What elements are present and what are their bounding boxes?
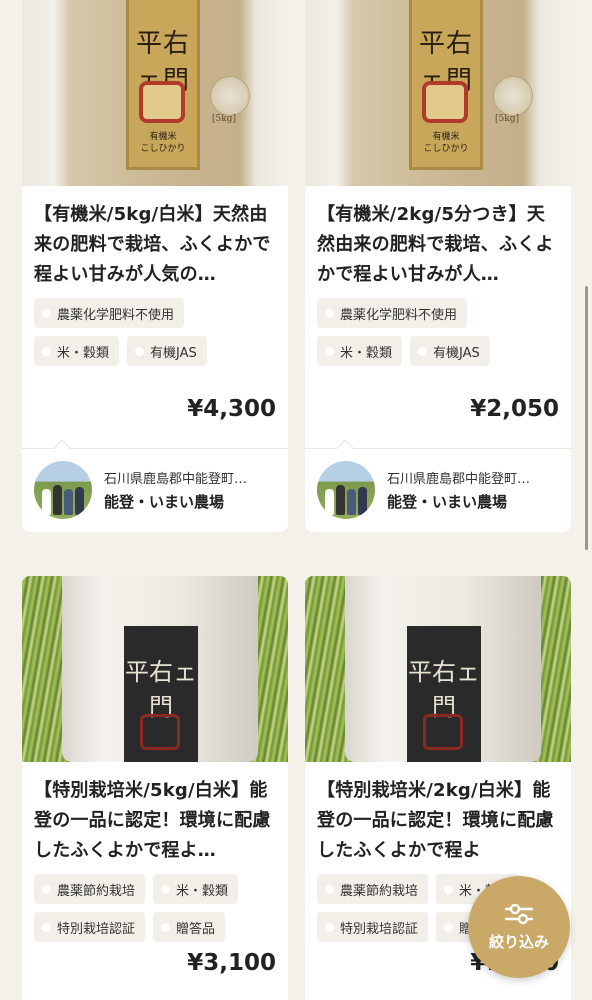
product-price: ¥3,100 bbox=[187, 950, 276, 976]
filter-label: 絞り込み bbox=[488, 932, 549, 951]
tag[interactable]: 贈答品 bbox=[153, 912, 226, 942]
divider-notch bbox=[336, 439, 354, 457]
rice-bag-label: 平右ェ門 有機米こしひかり bbox=[409, 0, 483, 170]
product-title[interactable]: 【有機米/5kg/白米】天然由来の肥料で栽培、ふくよかで程よい甘みが人気の… bbox=[34, 200, 276, 290]
product-card[interactable]: 平右ェ門 有機米こしひかり [5kg] 【有機米/2kg/5分つき】天然由来の肥… bbox=[305, 0, 571, 532]
product-price: ¥2,050 bbox=[470, 396, 559, 422]
sliders-icon bbox=[504, 903, 534, 924]
bullet-icon bbox=[325, 884, 334, 894]
farm-avatar bbox=[34, 461, 92, 519]
rice-grain-window bbox=[210, 76, 250, 116]
tag[interactable]: 農薬化学肥料不使用 bbox=[317, 298, 468, 328]
bullet-icon bbox=[42, 922, 51, 932]
tag-list: 農薬節約栽培 米・穀類 特別栽培認証 贈答品 bbox=[34, 874, 276, 942]
tag[interactable]: 有機JAS bbox=[127, 336, 207, 366]
scrollbar[interactable] bbox=[585, 286, 588, 550]
product-title[interactable]: 【特別栽培米/5kg/白米】能登の一品に認定！環境に配慮したふくよかで程よ… bbox=[34, 776, 276, 866]
farm-name: 能登・いまい農場 bbox=[387, 493, 508, 511]
tag-list: 農薬化学肥料不使用 米・穀類 有機JAS bbox=[34, 298, 276, 366]
product-image[interactable]: 平右ェ門 有機米こしひかり [5kg] bbox=[22, 0, 288, 186]
filter-button[interactable]: 絞り込み bbox=[468, 876, 570, 978]
bullet-icon bbox=[325, 346, 334, 356]
bullet-icon bbox=[418, 346, 428, 356]
bullet-icon bbox=[444, 884, 454, 894]
tag[interactable]: 農薬節約栽培 bbox=[317, 874, 429, 904]
tag[interactable]: 特別栽培認証 bbox=[317, 912, 429, 942]
product-card[interactable]: 平右ェ門 【特別栽培米/5kg/白米】能登の一品に認定！環境に配慮したふくよかで… bbox=[22, 576, 288, 1000]
bullet-icon bbox=[444, 922, 454, 932]
rice-bag-label: 平右ェ門 bbox=[407, 626, 481, 762]
tag[interactable]: 農薬節約栽培 bbox=[34, 874, 146, 904]
product-price: ¥4,300 bbox=[187, 396, 276, 422]
farm-name: 能登・いまい農場 bbox=[104, 493, 225, 511]
bullet-icon bbox=[161, 884, 171, 894]
tag[interactable]: 米・穀類 bbox=[317, 336, 403, 366]
rice-bag-label: 平右ェ門 bbox=[124, 626, 198, 762]
tag[interactable]: 米・穀類 bbox=[34, 336, 120, 366]
bullet-icon bbox=[325, 922, 334, 932]
bullet-icon bbox=[42, 308, 51, 318]
farm-info[interactable]: 石川県鹿島郡中能登町… 能登・いまい農場 bbox=[317, 460, 561, 520]
product-title[interactable]: 【特別栽培米/2kg/白米】能登の一品に認定！環境に配慮したふくよかで程よ bbox=[317, 776, 559, 866]
product-title[interactable]: 【有機米/2kg/5分つき】天然由来の肥料で栽培、ふくよかで程よい甘みが人… bbox=[317, 200, 559, 290]
rice-grain-window bbox=[493, 76, 533, 116]
product-image[interactable]: 平右ェ門 有機米こしひかり [5kg] bbox=[305, 0, 571, 186]
farm-location: 石川県鹿島郡中能登町… bbox=[387, 472, 531, 487]
product-image[interactable]: 平右ェ門 bbox=[305, 576, 571, 762]
farm-avatar bbox=[317, 461, 375, 519]
tag[interactable]: 米・穀類 bbox=[153, 874, 239, 904]
tag[interactable]: 農薬化学肥料不使用 bbox=[34, 298, 185, 328]
bullet-icon bbox=[42, 884, 51, 894]
rice-bag-label: 平右ェ門 有機米こしひかり bbox=[126, 0, 200, 170]
tag[interactable]: 有機JAS bbox=[410, 336, 490, 366]
tag[interactable]: 特別栽培認証 bbox=[34, 912, 146, 942]
farm-location: 石川県鹿島郡中能登町… bbox=[104, 472, 248, 487]
tag-list: 農薬化学肥料不使用 米・穀類 有機JAS bbox=[317, 298, 559, 366]
bullet-icon bbox=[42, 346, 51, 356]
bullet-icon bbox=[161, 922, 171, 932]
product-card[interactable]: 平右ェ門 有機米こしひかり [5kg] 【有機米/5kg/白米】天然由来の肥料で… bbox=[22, 0, 288, 532]
product-image[interactable]: 平右ェ門 bbox=[22, 576, 288, 762]
divider-notch bbox=[53, 439, 71, 457]
farm-info[interactable]: 石川県鹿島郡中能登町… 能登・いまい農場 bbox=[34, 460, 278, 520]
bullet-icon bbox=[325, 308, 334, 318]
bullet-icon bbox=[135, 346, 145, 356]
